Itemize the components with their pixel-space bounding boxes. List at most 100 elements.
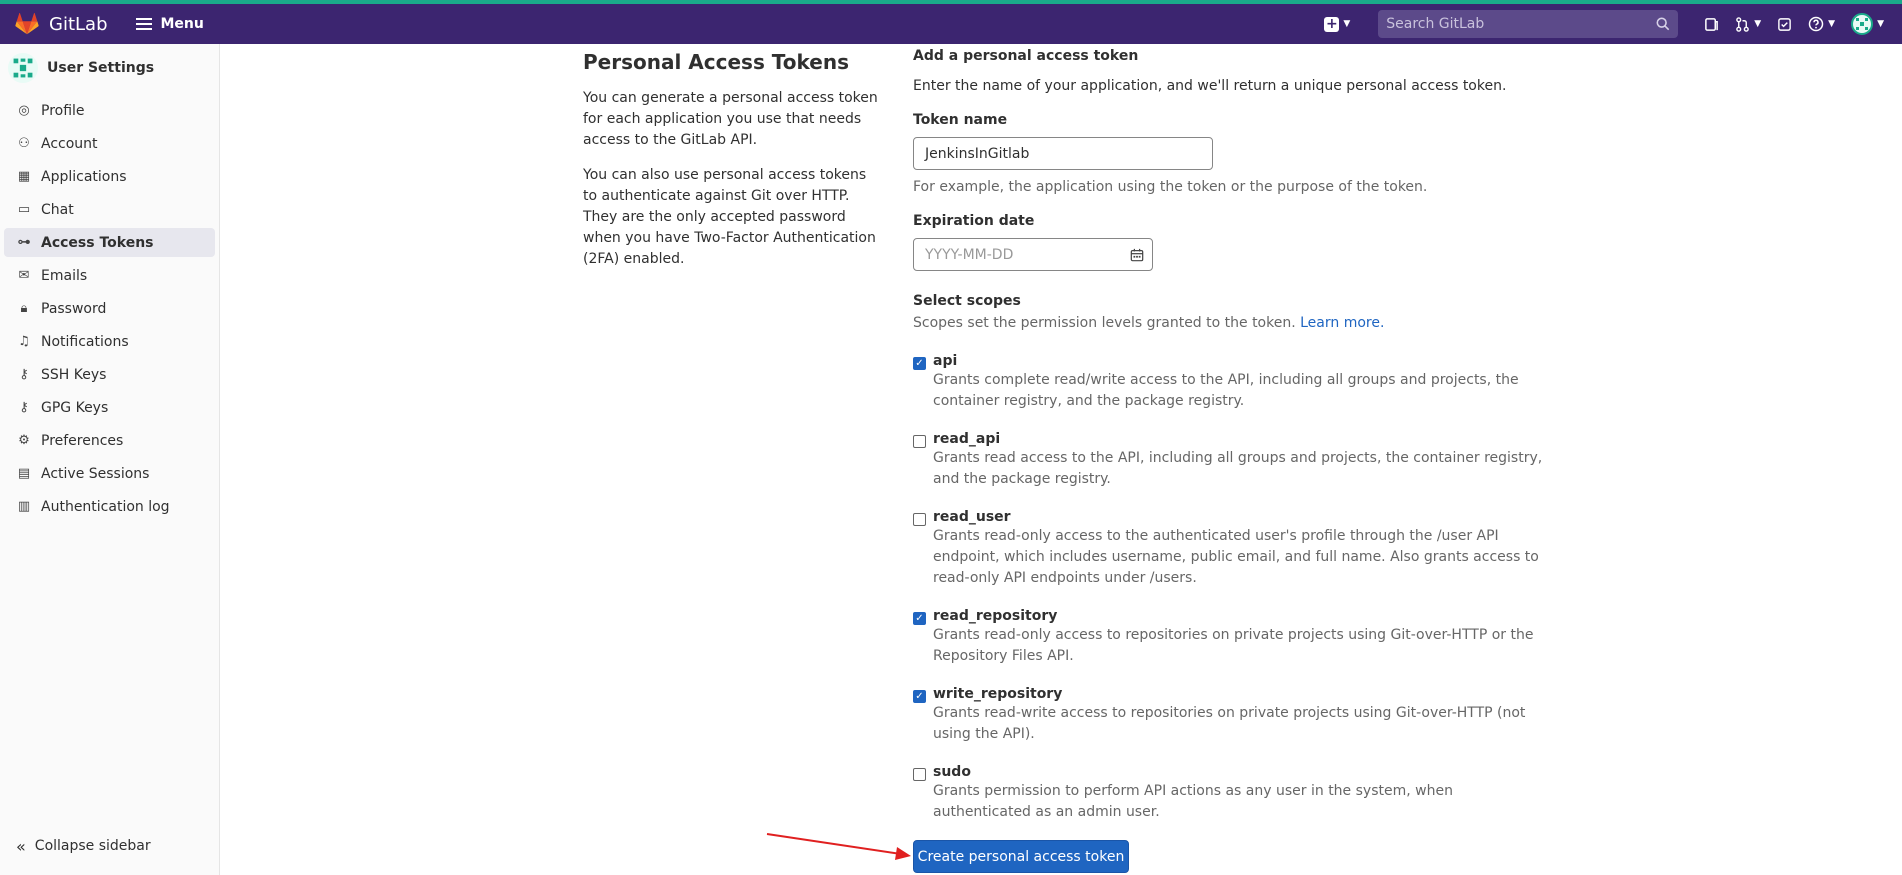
scopes-help-text: Scopes set the permission levels granted…	[913, 315, 1296, 331]
intro-paragraph-2: You can also use personal access tokens …	[583, 167, 876, 267]
scope-name: read_user	[933, 509, 1011, 525]
new-dropdown-button[interactable]: + ▼	[1324, 15, 1351, 32]
hamburger-icon	[135, 18, 152, 30]
key-icon: ⚷	[19, 400, 29, 415]
scope-sudo: sudo Grants permission to perform API ac…	[913, 764, 1553, 823]
scope-description: Grants permission to perform API actions…	[933, 783, 1453, 820]
chat-icon: ▭	[17, 202, 31, 217]
scope-write-repository: ✓ write_repository Grants read-write acc…	[913, 686, 1553, 745]
sidebar-item-authentication-log[interactable]: ▥ Authentication log	[4, 492, 215, 521]
chevron-down-icon: ▼	[1343, 19, 1351, 29]
brand-name: GitLab	[49, 13, 108, 35]
search-box[interactable]	[1378, 10, 1679, 38]
help-button[interactable]: ▼	[1808, 16, 1835, 32]
checkbox-read-api[interactable]	[913, 435, 926, 448]
learn-more-link[interactable]: Learn more.	[1300, 315, 1384, 331]
gitlab-logo[interactable]: GitLab	[14, 11, 108, 37]
menu-label: Menu	[160, 16, 204, 32]
create-token-button[interactable]: Create personal access token	[913, 840, 1129, 873]
avatar	[1851, 13, 1874, 35]
user-identicon	[8, 53, 38, 83]
mail-icon: ✉	[18, 268, 30, 283]
issues-button[interactable]	[1704, 17, 1719, 32]
settings-sidebar: User Settings ◎ Profile ⚇ Account ▦ Appl…	[0, 44, 220, 875]
preferences-icon: ⚙	[18, 433, 30, 448]
profile-icon: ◎	[18, 103, 30, 118]
lock-icon: 🔒︎	[20, 301, 28, 316]
issues-icon	[1705, 17, 1719, 31]
scope-name: read_api	[933, 431, 1001, 447]
search-input[interactable]	[1386, 16, 1637, 32]
sidebar-item-label: Applications	[41, 168, 127, 185]
sidebar-item-label: Emails	[41, 267, 88, 284]
scope-description: Grants read access to the API, including…	[933, 450, 1543, 487]
sidebar-header[interactable]: User Settings	[0, 44, 219, 92]
sidebar-item-label: Access Tokens	[41, 234, 154, 251]
scopes-label: Select scopes	[913, 293, 1021, 309]
page-title: Personal Access Tokens	[583, 50, 850, 74]
search-icon	[1656, 17, 1670, 31]
scope-name: write_repository	[933, 686, 1063, 702]
sidebar-item-chat[interactable]: ▭ Chat	[4, 195, 215, 224]
sidebar-item-profile[interactable]: ◎ Profile	[4, 96, 215, 125]
checkbox-sudo[interactable]	[913, 768, 926, 781]
sidebar-item-label: GPG Keys	[41, 399, 109, 416]
sidebar-item-label: SSH Keys	[41, 366, 107, 383]
scope-read-repository: ✓ read_repository Grants read-only acces…	[913, 608, 1553, 667]
merge-requests-button[interactable]: ▼	[1735, 16, 1761, 32]
form-heading: Add a personal access token	[913, 48, 1139, 64]
sidebar-item-access-tokens[interactable]: ⊶ Access Tokens	[4, 228, 215, 257]
checkbox-read-user[interactable]	[913, 513, 926, 526]
scope-read-user: read_user Grants read-only access to the…	[913, 509, 1553, 589]
scopes-help: Scopes set the permission levels granted…	[913, 315, 1553, 331]
checkbox-write-repository[interactable]: ✓	[913, 690, 926, 703]
intro-paragraph-1: You can generate a personal access token…	[583, 90, 878, 148]
scope-api: ✓ api Grants complete read/write access …	[913, 353, 1553, 412]
token-name-help: For example, the application using the t…	[913, 179, 1428, 195]
sidebar-item-active-sessions[interactable]: ▤ Active Sessions	[4, 459, 215, 488]
menu-button[interactable]: Menu	[135, 16, 204, 32]
scope-description: Grants read-write access to repositories…	[933, 705, 1526, 742]
sidebar-item-preferences[interactable]: ⚙ Preferences	[4, 426, 215, 455]
intro-section: Personal Access Tokens You can generate …	[583, 48, 883, 270]
expiration-date-input[interactable]: YYYY-MM-DD	[913, 238, 1153, 271]
sidebar-item-gpg-keys[interactable]: ⚷ GPG Keys	[4, 393, 215, 422]
avatar-identicon	[1856, 18, 1869, 30]
sidebar-item-account[interactable]: ⚇ Account	[4, 129, 215, 158]
sidebar-item-label: Chat	[41, 201, 74, 218]
expiration-placeholder: YYYY-MM-DD	[925, 246, 1014, 263]
expiration-label: Expiration date	[913, 213, 1035, 229]
key-icon: ⚷	[19, 367, 29, 382]
sidebar-item-label: Authentication log	[41, 498, 170, 515]
form-lead: Enter the name of your application, and …	[913, 78, 1507, 94]
sidebar-item-label: Preferences	[41, 432, 124, 449]
sidebar-title: User Settings	[47, 60, 155, 76]
sidebar-item-label: Active Sessions	[41, 465, 150, 482]
scope-description: Grants read-only access to repositories …	[933, 627, 1534, 664]
scope-name: sudo	[933, 764, 971, 780]
sidebar-item-emails[interactable]: ✉ Emails	[4, 261, 215, 290]
help-icon	[1808, 16, 1824, 32]
scope-name: read_repository	[933, 608, 1058, 624]
sidebar-item-label: Profile	[41, 102, 85, 119]
sidebar-item-applications[interactable]: ▦ Applications	[4, 162, 215, 191]
token-name-input[interactable]: JenkinsInGitlab	[913, 137, 1213, 170]
scope-description: Grants complete read/write access to the…	[933, 372, 1519, 409]
collapse-label: Collapse sidebar	[34, 838, 151, 854]
sidebar-item-notifications[interactable]: ♫ Notifications	[4, 327, 215, 356]
user-menu-button[interactable]: ▼	[1851, 13, 1884, 35]
checkbox-read-repository[interactable]: ✓	[913, 612, 926, 625]
calendar-icon[interactable]	[1130, 248, 1144, 262]
plus-square-icon: +	[1324, 15, 1340, 32]
todos-button[interactable]	[1777, 17, 1792, 32]
sidebar-item-password[interactable]: 🔒︎ Password	[4, 294, 215, 323]
sidebar-item-ssh-keys[interactable]: ⚷ SSH Keys	[4, 360, 215, 389]
sessions-icon: ▤	[17, 466, 31, 481]
chevron-down-icon: ▼	[1877, 19, 1884, 29]
scope-description: Grants read-only access to the authentic…	[933, 528, 1539, 586]
collapse-sidebar-button[interactable]: « Collapse sidebar	[4, 831, 151, 861]
token-icon: ⊶	[17, 235, 31, 250]
merge-request-icon	[1736, 16, 1750, 32]
checkbox-api[interactable]: ✓	[913, 357, 926, 370]
log-icon: ▥	[17, 499, 31, 514]
